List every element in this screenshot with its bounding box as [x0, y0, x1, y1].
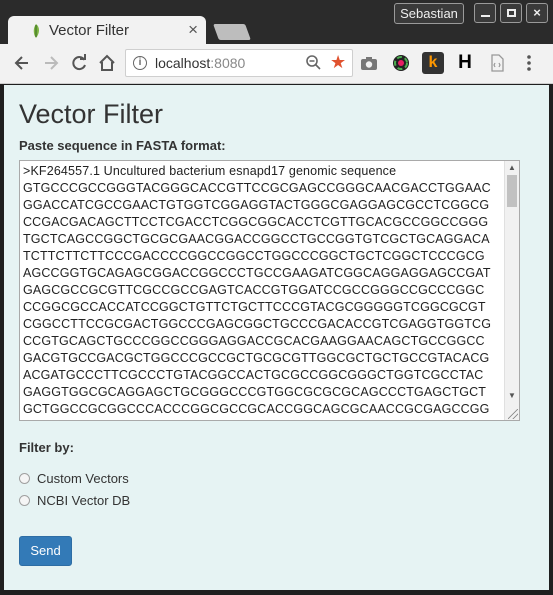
fasta-line: GAGCGCCGCGTTCGCCGCCGAGTCACCGTGGATCCGCCGG…: [23, 283, 485, 297]
send-button[interactable]: Send: [19, 536, 72, 566]
fasta-line: AGCCGGTGCAGAGCGGACCGGCCCTGCCGAAGATCGGCAG…: [23, 266, 491, 280]
fasta-line: GTGCCCGCCGGGTACGGGCACCGTTCCGCGAGCCGGGCAA…: [23, 181, 491, 195]
maximize-button[interactable]: [500, 3, 522, 23]
resize-grip-icon[interactable]: [508, 409, 518, 419]
browser-tab[interactable]: Vector Filter ×: [8, 16, 206, 46]
page-title: Vector Filter: [19, 99, 164, 129]
window-titlebar: Vector Filter × Sebastian ×: [0, 0, 553, 46]
page-content: Vector Filter Paste sequence in FASTA fo…: [4, 85, 549, 590]
fasta-line: GGACCATCGCCGAACTGTGGTCGGAGGTACTGGGCGAGGA…: [23, 198, 490, 212]
minimize-button[interactable]: [474, 3, 496, 23]
k-extension-icon[interactable]: k: [422, 52, 444, 74]
maximize-icon: [507, 9, 516, 17]
radio-custom-vectors[interactable]: Custom Vectors: [19, 471, 129, 486]
tab-title: Vector Filter: [49, 22, 130, 39]
camera-icon[interactable]: [358, 52, 380, 74]
bookmark-star-icon[interactable]: ★: [330, 52, 346, 73]
fasta-line: CCGACGACAGCTTCCTCGACCTCGGCGGCACCTCGTTGCA…: [23, 215, 489, 229]
fasta-line: CCGGCGCCACCATCCGGCTGTTCTGCTTCCCGTACGCGGG…: [23, 300, 486, 314]
leaf-favicon-icon: [33, 24, 39, 38]
fasta-label: Paste sequence in FASTA format:: [19, 138, 226, 153]
radio-button[interactable]: [19, 473, 30, 484]
radio-ncbi-vector-db[interactable]: NCBI Vector DB: [19, 493, 130, 508]
radio-button[interactable]: [19, 495, 30, 506]
close-window-button[interactable]: ×: [526, 3, 548, 23]
fasta-line: >KF264557.1 Uncultured bacterium esnapd1…: [23, 164, 397, 178]
reload-icon[interactable]: [68, 52, 90, 74]
fasta-line: TGCTCAGCCGGCTGCGCGAACGGACCGGCCTGCCGGTGTC…: [23, 232, 490, 246]
radio-label: NCBI Vector DB: [37, 493, 131, 508]
scroll-up-arrow-icon[interactable]: ▲: [508, 163, 516, 172]
forward-icon[interactable]: [40, 52, 62, 74]
fasta-line: GCTGGCCGCGGCCCACCCGGCGCCGCACCGGCAGCGCAAC…: [23, 402, 490, 416]
fasta-textarea[interactable]: >KF264557.1 Uncultured bacterium esnapd1…: [19, 160, 520, 421]
fasta-line: GACGTGCCGACGCTGGCCCGCCGCTGCGCGTTGGCGCTGC…: [23, 351, 490, 365]
url-text: localhost:8080: [155, 55, 246, 71]
back-icon[interactable]: [11, 52, 33, 74]
fasta-text: >KF264557.1 Uncultured bacterium esnapd1…: [23, 163, 507, 418]
home-icon[interactable]: [96, 52, 118, 74]
fasta-line: TCTTCTTCTTCCCGACCCCGGCCGGCCTGGCCCGGCTGCT…: [23, 249, 485, 263]
minimize-icon: [481, 15, 490, 17]
fasta-line: CGGCCTTCCGCGACTGGCCCGAGCGGCTGCCCGACACCGT…: [23, 317, 492, 331]
new-tab-button[interactable]: [213, 24, 251, 40]
scroll-down-arrow-icon[interactable]: ▼: [508, 391, 516, 400]
fasta-line: GAGGTGGCGCAGGAGCTGCGGGCCCGTGGCGCGCGCAGCC…: [23, 385, 487, 399]
scroll-thumb[interactable]: [507, 175, 517, 207]
tab-close-icon[interactable]: ×: [188, 20, 198, 40]
info-icon[interactable]: i: [133, 56, 147, 70]
color-wheel-icon[interactable]: [390, 52, 412, 74]
fasta-line: CCGTGCAGCTGCCCGGCCGGGAGGACCGCACGAAGGAACA…: [23, 334, 485, 348]
textarea-scrollbar[interactable]: ▲ ▼: [504, 161, 519, 420]
filter-label: Filter by:: [19, 440, 74, 455]
zoom-icon[interactable]: [306, 54, 322, 76]
address-bar[interactable]: i localhost:8080 ★: [125, 49, 353, 77]
menu-icon[interactable]: [518, 52, 540, 74]
close-icon: ×: [533, 5, 541, 20]
document-extension-icon[interactable]: [486, 52, 508, 74]
h-extension-icon[interactable]: H: [454, 52, 476, 74]
radio-label: Custom Vectors: [37, 471, 129, 486]
fasta-line: ACGATGCCCTTCGCCCTGTACGGCCACTGCGCCGGCGGGC…: [23, 368, 484, 382]
profile-user-button[interactable]: Sebastian: [394, 3, 464, 24]
browser-toolbar: i localhost:8080 ★ k H: [0, 44, 553, 84]
